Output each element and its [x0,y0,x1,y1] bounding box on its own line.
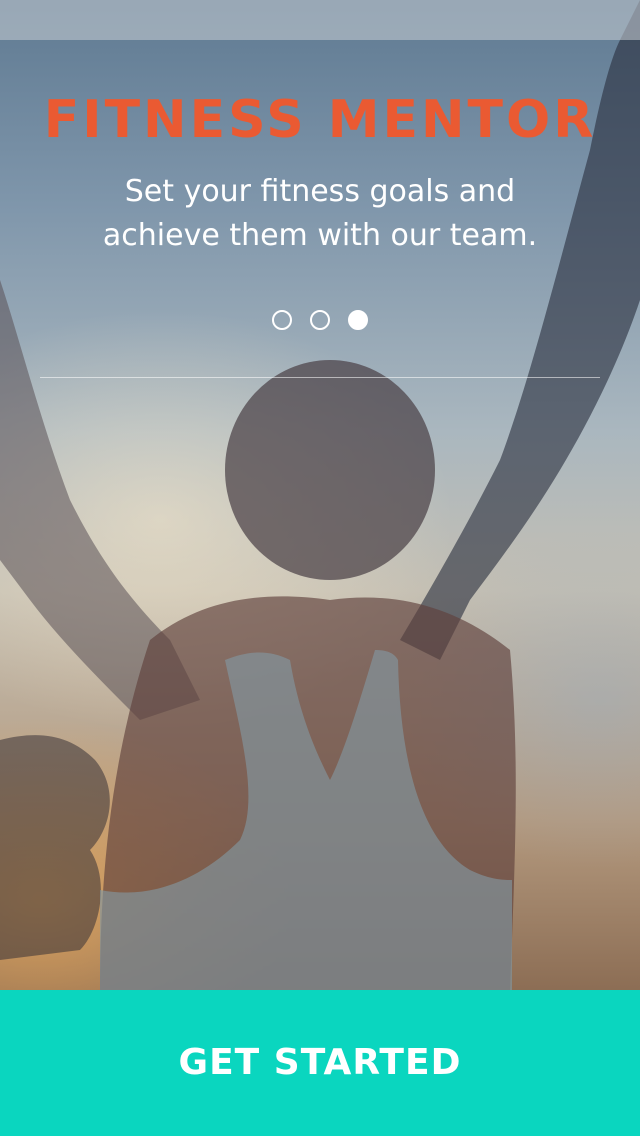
get-started-button[interactable]: GET STARTED [0,990,640,1136]
tagline: Set your fitness goals and achieve them … [102,174,538,253]
onboarding-screen: FITNESS MENTOR Set your fitness goals an… [0,0,640,1136]
app-title: FITNESS MENTOR [43,90,597,150]
page-dot-2[interactable] [310,310,330,330]
divider [40,377,600,378]
page-dot-1[interactable] [272,310,292,330]
page-dot-3-active[interactable] [348,310,368,330]
page-indicator [0,310,640,332]
status-bar [0,0,640,40]
